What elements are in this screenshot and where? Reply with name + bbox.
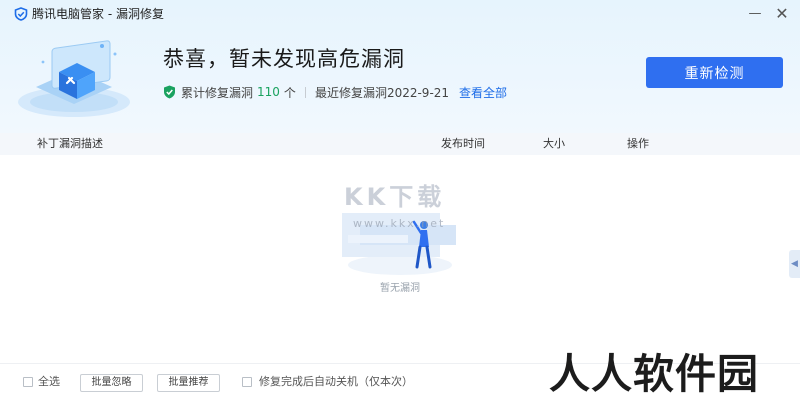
watermark-kk-download: KK下载 [344, 183, 446, 211]
view-all-link[interactable]: 查看全部 [459, 84, 507, 101]
column-description: 补丁漏洞描述 [37, 137, 103, 150]
auto-shutdown-label: 修复完成后自动关机（仅本次） [259, 375, 413, 388]
table-header: 补丁漏洞描述 发布时间 大小 操作 [0, 133, 800, 155]
batch-ignore-button[interactable]: 批量忽略 [80, 374, 143, 392]
fixed-unit: 个 [283, 85, 296, 100]
window-title: 腾讯电脑管家 - 漏洞修复 [32, 7, 164, 21]
recheck-button[interactable]: 重新检测 [646, 57, 783, 88]
fix-stats-row: 累计修复漏洞 110 个 最近修复漏洞2022-9-21 查看全部 [163, 84, 507, 100]
select-all-label: 全选 [38, 375, 60, 388]
fixed-vulnerabilities-label: 累计修复漏洞 [181, 85, 254, 100]
scan-result-headline: 恭喜，暂未发现高危漏洞 [163, 47, 405, 71]
auto-shutdown-checkbox[interactable] [242, 377, 252, 387]
header-banner: 腾讯电脑管家 - 漏洞修复 — ✕ 恭喜，暂未发现高危漏洞 累计修复漏洞 110… [0, 0, 800, 133]
side-collapse-tab[interactable]: ◀ [789, 250, 800, 278]
title-bar: 腾讯电脑管家 - 漏洞修复 — ✕ [0, 0, 800, 28]
watermark-corner: 人人软件园 [549, 350, 759, 398]
column-release-date: 发布时间 [441, 137, 485, 150]
shield-check-icon [164, 85, 175, 99]
empty-state-text: 暂无漏洞 [380, 283, 420, 294]
close-button[interactable]: ✕ [771, 4, 793, 24]
stats-divider [304, 86, 306, 98]
minimize-button[interactable]: — [744, 4, 766, 24]
select-all-checkbox[interactable] [23, 377, 33, 387]
security-hero-illustration-icon [18, 40, 130, 117]
fixed-count: 110 [257, 85, 280, 99]
watermark-url: www.kkx.net [353, 217, 446, 230]
column-size: 大小 [543, 137, 565, 150]
tencent-shield-logo-icon [14, 7, 28, 21]
column-actions: 操作 [627, 137, 649, 150]
batch-recommend-button[interactable]: 批量推荐 [157, 374, 220, 392]
last-fix-date: 最近修复漏洞2022-9-21 [314, 85, 450, 100]
